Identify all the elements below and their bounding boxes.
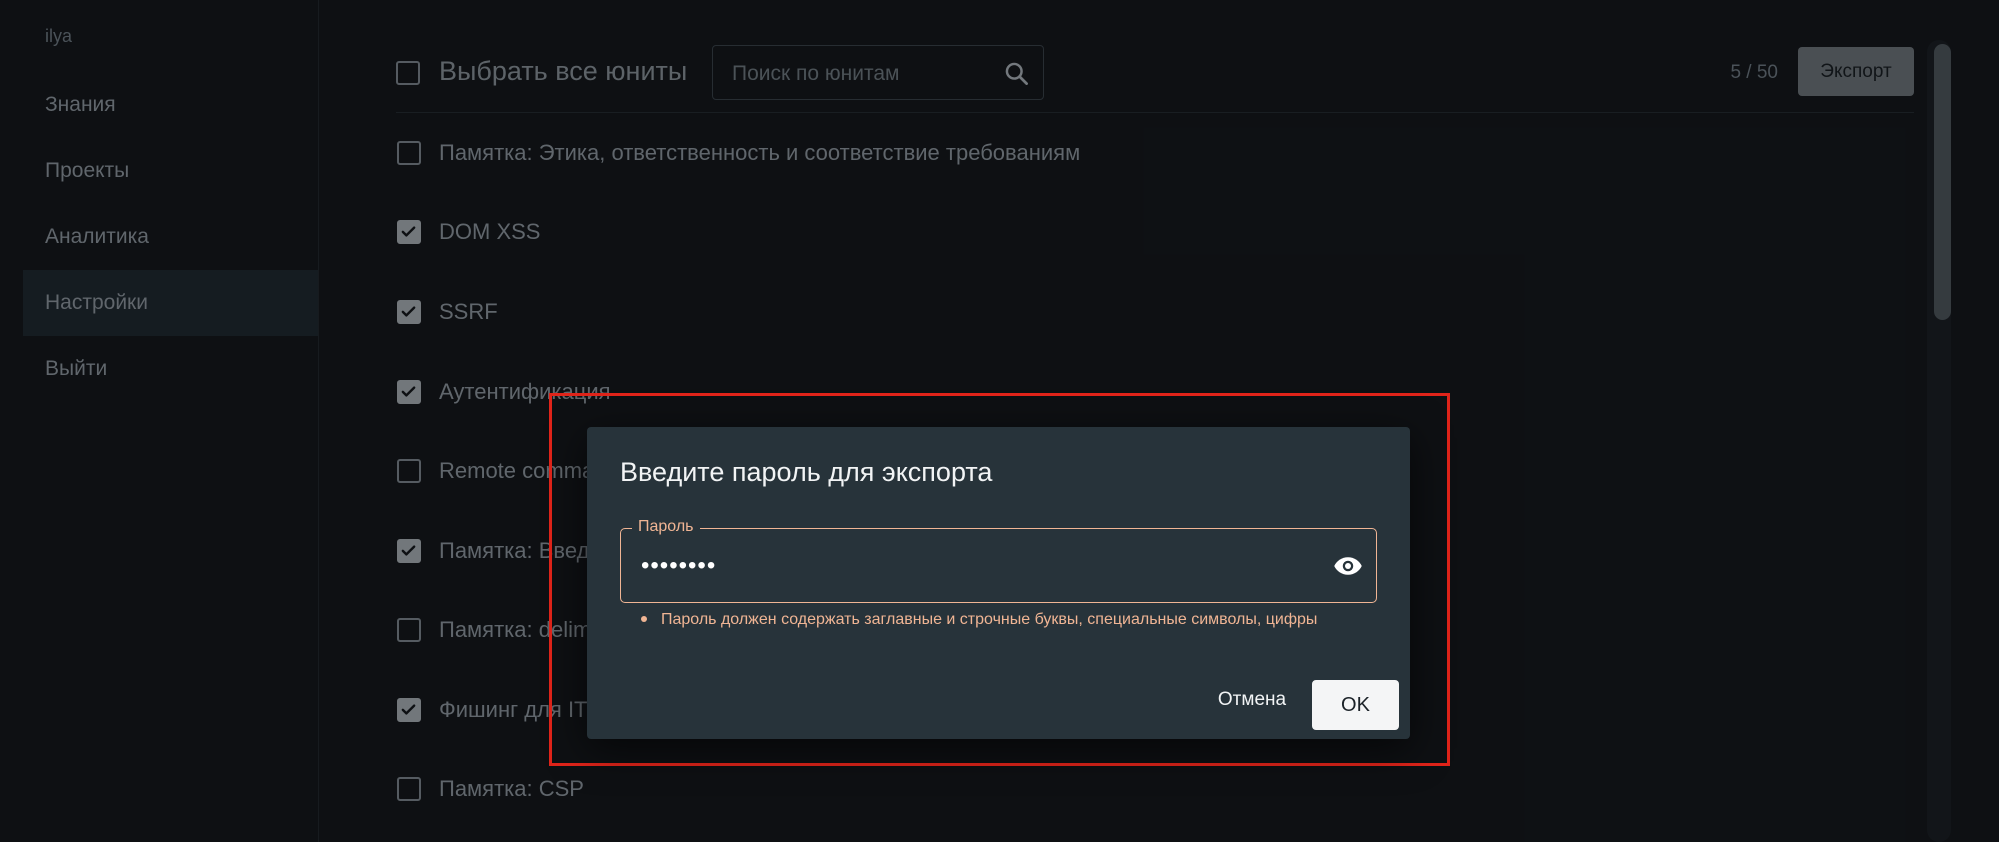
export-password-dialog: Введите пароль для экспорта Пароль Парол…	[587, 427, 1410, 739]
password-error-text: Пароль должен содержать заглавные и стро…	[661, 611, 1318, 628]
password-input[interactable]	[639, 529, 1283, 603]
cancel-button[interactable]: Отмена	[1211, 680, 1293, 720]
dialog-title: Введите пароль для экспорта	[620, 457, 993, 487]
ok-button[interactable]: OK	[1312, 680, 1399, 730]
password-field: Пароль	[620, 518, 1377, 603]
error-bullet	[641, 616, 647, 622]
eye-icon[interactable]	[1331, 551, 1365, 581]
